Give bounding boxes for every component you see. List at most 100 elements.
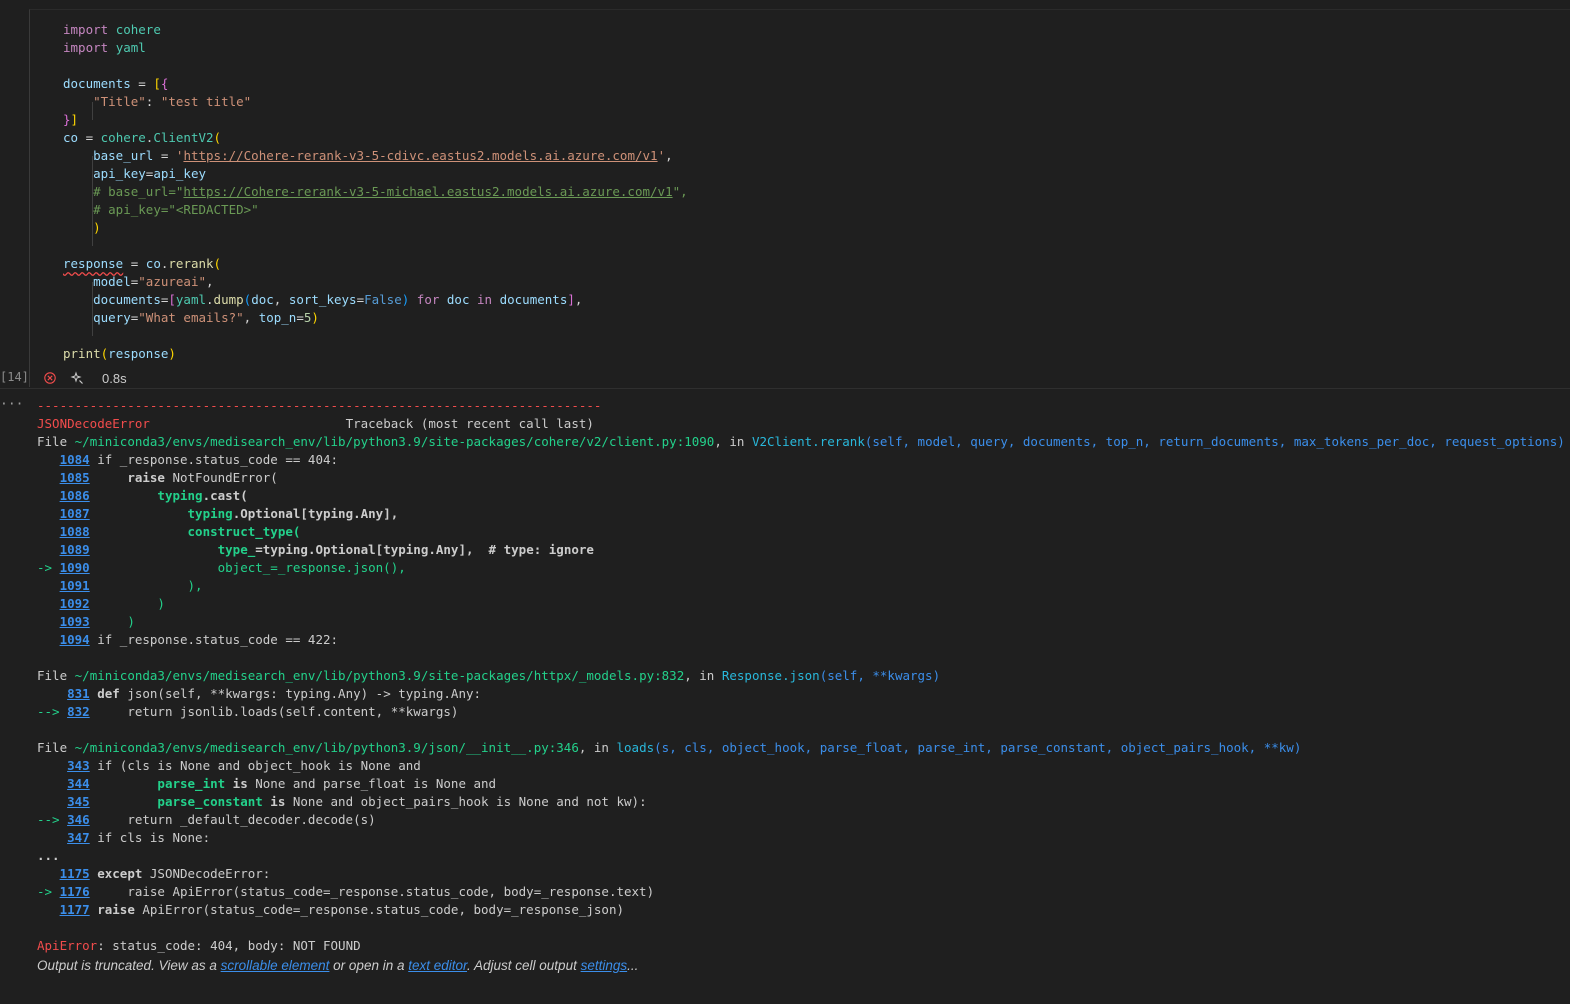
output-more-actions-button[interactable]: ···: [0, 397, 23, 412]
source-line-current: -> 1090 object_=_response.json(),: [37, 560, 406, 575]
function-name: loads: [616, 740, 655, 755]
line-number-link[interactable]: 1088: [60, 524, 90, 539]
source-line: 1092 ): [59, 596, 165, 611]
source-line: 1175 except JSONDecodeError:: [59, 866, 271, 881]
dict-value: "test title": [160, 94, 252, 109]
function-args: (self, model, query, documents, top_n, r…: [864, 434, 1565, 449]
code-line[interactable]: import yaml: [63, 39, 146, 57]
final-error-name: ApiError: [37, 938, 98, 953]
code-line[interactable]: # base_url="https://Cohere-rerank-v3-5-m…: [63, 183, 688, 201]
line-number-link[interactable]: 1093: [60, 614, 90, 629]
scrollable-element-link[interactable]: scrollable element: [221, 958, 330, 973]
line-number-link[interactable]: 1175: [60, 866, 90, 881]
line-number-link[interactable]: 1084: [60, 452, 90, 467]
source-line: 1086 typing.cast(: [59, 488, 248, 503]
settings-link[interactable]: settings: [581, 958, 628, 973]
source-line: 347 if cls is None:: [67, 830, 211, 845]
line-number-link[interactable]: 1085: [60, 470, 90, 485]
source-line: 1085 raise NotFoundError(: [59, 470, 278, 485]
current-line-arrow: -->: [37, 704, 68, 719]
error-circle-icon[interactable]: [44, 372, 56, 384]
module-name: cohere: [115, 22, 161, 37]
source-line-current: --> 832 return jsonlib.loads(self.conten…: [37, 704, 459, 719]
code-line[interactable]: co = cohere.ClientV2(: [63, 129, 221, 147]
truncation-ellipsis: ...: [37, 848, 60, 863]
module-name: yaml: [115, 40, 146, 55]
line-number-link[interactable]: 1092: [60, 596, 90, 611]
code-line[interactable]: model="azureai",: [63, 273, 213, 291]
code-line[interactable]: ): [63, 219, 101, 237]
function-name: Response.json: [721, 668, 820, 683]
frame-header: File ~/miniconda3/envs/medisearch_env/li…: [37, 434, 1565, 449]
execution-duration: 0.8s: [102, 370, 127, 386]
comment-url-link[interactable]: https://Cohere-rerank-v3-5-michael.eastu…: [183, 184, 672, 199]
current-line-arrow: ->: [37, 560, 60, 575]
source-line: 1093 ): [59, 614, 135, 629]
line-number-link[interactable]: 832: [67, 704, 90, 719]
source-line: 1088 construct_type(: [59, 524, 301, 539]
line-number-link[interactable]: 344: [67, 776, 90, 791]
line-number-link[interactable]: 1090: [60, 560, 90, 575]
base-url-link[interactable]: https://Cohere-rerank-v3-5-cdivc.eastus2…: [183, 148, 657, 163]
code-line[interactable]: documents=[yaml.dump(doc, sort_keys=Fals…: [63, 291, 582, 309]
line-number-link[interactable]: 345: [67, 794, 90, 809]
traceback-separator: ----------------------------------------…: [37, 398, 602, 413]
line-number-link[interactable]: 1089: [60, 542, 90, 557]
line-number-link[interactable]: 831: [67, 686, 90, 701]
output-truncated-notice: Output is truncated. View as a scrollabl…: [37, 958, 639, 973]
error-name: JSONDecodeError: [37, 416, 150, 431]
response-var-with-warning[interactable]: response: [63, 256, 123, 271]
source-line: 345 parse_constant is None and object_pa…: [67, 794, 647, 809]
code-line[interactable]: # api_key="<REDACTED>": [63, 201, 259, 219]
line-number-link[interactable]: 346: [67, 812, 90, 827]
line-number-link[interactable]: 343: [67, 758, 90, 773]
line-number-link[interactable]: 1087: [60, 506, 90, 521]
frame-header: File ~/miniconda3/envs/medisearch_env/li…: [37, 740, 1302, 755]
cell-status-bar: 0.8s: [44, 369, 127, 387]
source-line: 831 def json(self, **kwargs: typing.Any)…: [67, 686, 482, 701]
source-line-current: -> 1176 raise ApiError(status_code=_resp…: [37, 884, 655, 899]
code-line[interactable]: documents = [{: [63, 75, 168, 93]
line-number-link[interactable]: 1091: [60, 578, 90, 593]
line-number-link[interactable]: 347: [67, 830, 90, 845]
code-cell-editor[interactable]: import cohere import yaml documents = [{…: [29, 9, 1570, 387]
source-line: 1084 if _response.status_code == 404:: [59, 452, 339, 467]
line-number-link[interactable]: 1177: [60, 902, 90, 917]
code-line[interactable]: import cohere: [63, 21, 161, 39]
function-name: V2Client.rerank: [751, 434, 865, 449]
final-error-line: ApiError: status_code: 404, body: NOT FO…: [37, 937, 361, 955]
traceback-header: Traceback (most recent call last): [345, 416, 594, 431]
function-args: (self, **kwargs): [819, 668, 941, 683]
file-path-link[interactable]: ~/miniconda3/envs/medisearch_env/lib/pyt…: [75, 740, 579, 755]
file-path-link[interactable]: ~/miniconda3/envs/medisearch_env/lib/pyt…: [75, 668, 685, 683]
file-path-link[interactable]: ~/miniconda3/envs/medisearch_env/lib/pyt…: [75, 434, 715, 449]
execution-count: [14]: [0, 370, 29, 384]
text-editor-link[interactable]: text editor: [408, 958, 467, 973]
sparkle-fix-icon[interactable]: [70, 371, 84, 385]
code-line[interactable]: print(response): [63, 345, 176, 363]
source-line: 1087 typing.Optional[typing.Any],: [59, 506, 399, 521]
function-args: (s, cls, object_hook, parse_float, parse…: [654, 740, 1302, 755]
comment: # api_key="<REDACTED>": [93, 202, 259, 217]
code-line[interactable]: api_key=api_key: [63, 165, 206, 183]
source-line-current: --> 346 return _default_decoder.decode(s…: [37, 812, 376, 827]
cell-output-divider: [0, 388, 1570, 389]
traceback-header-line: JSONDecodeError Traceback (most recent c…: [37, 415, 594, 433]
code-line[interactable]: }]: [63, 111, 78, 129]
source-line: 1091 ),: [59, 578, 203, 593]
code-line[interactable]: query="What emails?", top_n=5): [63, 309, 319, 327]
line-number-link[interactable]: 1094: [60, 632, 90, 647]
source-line: 343 if (cls is None and object_hook is N…: [67, 758, 421, 773]
code-line[interactable]: response = co.rerank(: [63, 255, 221, 273]
code-line[interactable]: "Title": "test title": [63, 93, 251, 111]
line-number-link[interactable]: 1176: [60, 884, 90, 899]
source-line: 344 parse_int is None and parse_float is…: [67, 776, 497, 791]
current-line-arrow: ->: [37, 884, 60, 899]
source-line: 1177 raise ApiError(status_code=_respons…: [59, 902, 625, 917]
code-line[interactable]: base_url = 'https://Cohere-rerank-v3-5-c…: [63, 147, 673, 165]
dict-key: "Title": [93, 94, 146, 109]
source-line: 1089 type_=typing.Optional[typing.Any], …: [59, 542, 594, 557]
source-line: 1094 if _response.status_code == 422:: [59, 632, 339, 647]
line-number-link[interactable]: 1086: [60, 488, 90, 503]
current-line-arrow: -->: [37, 812, 68, 827]
